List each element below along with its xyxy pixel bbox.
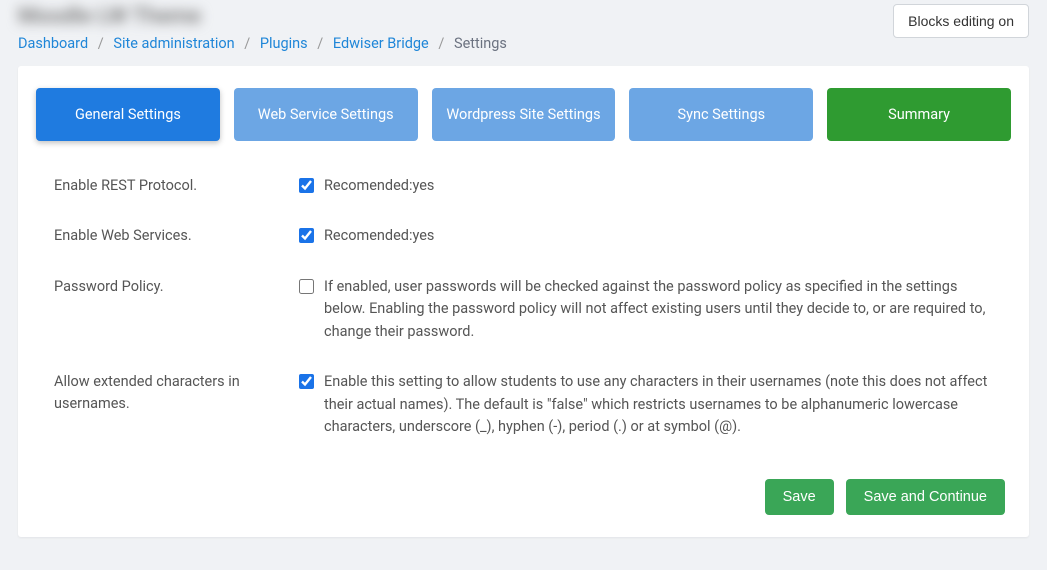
breadcrumb-dashboard[interactable]: Dashboard (18, 35, 88, 52)
breadcrumb-current: Settings (454, 35, 507, 52)
setting-checkbox-webservices[interactable] (299, 228, 314, 243)
setting-desc: Recomended:yes (324, 175, 434, 197)
setting-desc: Recomended:yes (324, 225, 434, 247)
action-buttons: Save Save and Continue (36, 479, 1011, 515)
setting-desc: If enabled, user passwords will be check… (324, 276, 993, 343)
breadcrumb: Dashboard / Site administration / Plugin… (18, 31, 1029, 52)
breadcrumb-plugins[interactable]: Plugins (260, 35, 308, 52)
save-button[interactable]: Save (765, 479, 834, 515)
breadcrumb-sep: / (438, 35, 444, 52)
tab-sync-settings[interactable]: Sync Settings (629, 88, 813, 141)
tab-general-settings[interactable]: General Settings (36, 88, 220, 141)
setting-checkbox-rest[interactable] (299, 178, 314, 193)
settings-card: General Settings Web Service Settings Wo… (18, 66, 1029, 537)
breadcrumb-sep: / (317, 35, 323, 52)
tab-summary[interactable]: Summary (827, 88, 1011, 141)
setting-row-rest: Enable REST Protocol. Recomended:yes (54, 175, 993, 197)
blocks-editing-button[interactable]: Blocks editing on (893, 4, 1029, 38)
setting-row-extended-chars: Allow extended characters in usernames. … (54, 371, 993, 438)
page-title-blurred: Moodle LW Theme (18, 0, 1029, 31)
header-area: Moodle LW Theme Blocks editing on Dashbo… (0, 0, 1047, 66)
tab-web-service-settings[interactable]: Web Service Settings (234, 88, 418, 141)
breadcrumb-edwiser-bridge[interactable]: Edwiser Bridge (333, 35, 429, 52)
breadcrumb-site-admin[interactable]: Site administration (113, 35, 234, 52)
settings-body: Enable REST Protocol. Recomended:yes Ena… (36, 175, 1011, 439)
setting-row-webservices: Enable Web Services. Recomended:yes (54, 225, 993, 247)
setting-checkbox-extended-chars[interactable] (299, 374, 314, 389)
setting-label: Enable REST Protocol. (54, 175, 299, 197)
tab-wordpress-site-settings[interactable]: Wordpress Site Settings (432, 88, 616, 141)
setting-desc: Enable this setting to allow students to… (324, 371, 993, 438)
setting-label: Enable Web Services. (54, 225, 299, 247)
setting-row-password-policy: Password Policy. If enabled, user passwo… (54, 276, 993, 343)
setting-checkbox-password-policy[interactable] (299, 279, 314, 294)
breadcrumb-sep: / (244, 35, 250, 52)
setting-label: Allow extended characters in usernames. (54, 371, 299, 415)
tabs-bar: General Settings Web Service Settings Wo… (36, 88, 1011, 141)
breadcrumb-sep: / (98, 35, 104, 52)
setting-label: Password Policy. (54, 276, 299, 298)
save-continue-button[interactable]: Save and Continue (846, 479, 1005, 515)
